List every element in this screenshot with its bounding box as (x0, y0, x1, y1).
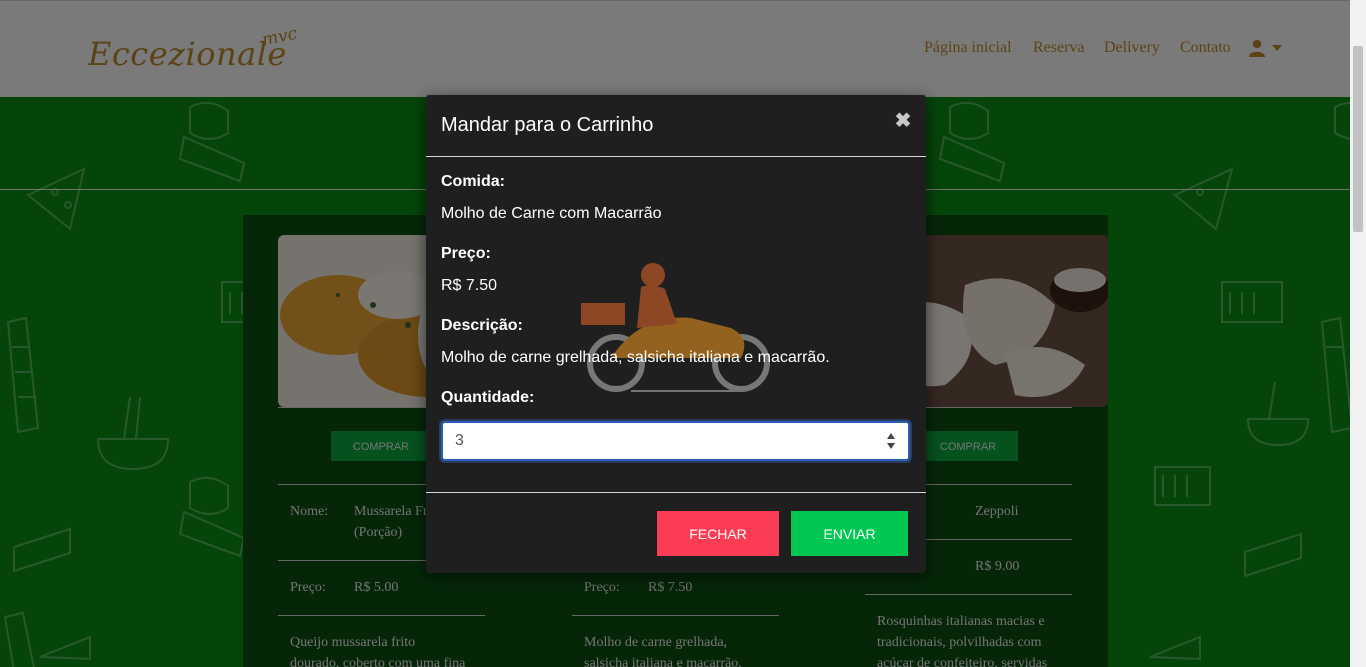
quantity-stepper[interactable] (886, 432, 896, 450)
modal-footer: FECHAR ENVIAR (426, 492, 926, 573)
price-value: R$ 7.50 (441, 277, 498, 294)
delivery-moto-illustration (581, 263, 770, 392)
send-button[interactable]: ENVIAR (791, 511, 908, 556)
cart-modal: Mandar para o Carrinho ✖ Comida: Molho d… (426, 95, 926, 573)
scrollbar-thumb[interactable] (1353, 46, 1363, 232)
quantity-label: Quantidade: (441, 389, 535, 406)
food-value: Molho de Carne com Macarrão (441, 205, 662, 222)
modal-header: Mandar para o Carrinho ✖ (426, 95, 926, 157)
modal-body: Comida: Molho de Carne com Macarrão Preç… (426, 158, 926, 492)
price-label: Preço: (441, 245, 491, 262)
quantity-input[interactable]: 3 (441, 421, 910, 461)
close-button[interactable]: FECHAR (657, 511, 779, 556)
close-icon[interactable]: ✖ (894, 111, 912, 131)
page-scrollbar[interactable] (1350, 0, 1366, 667)
description-label: Descrição: (441, 317, 523, 334)
description-value: Molho de carne grelhada, salsicha italia… (441, 349, 830, 366)
modal-title: Mandar para o Carrinho (441, 114, 654, 136)
quantity-value: 3 (455, 432, 464, 449)
food-label: Comida: (441, 173, 505, 190)
